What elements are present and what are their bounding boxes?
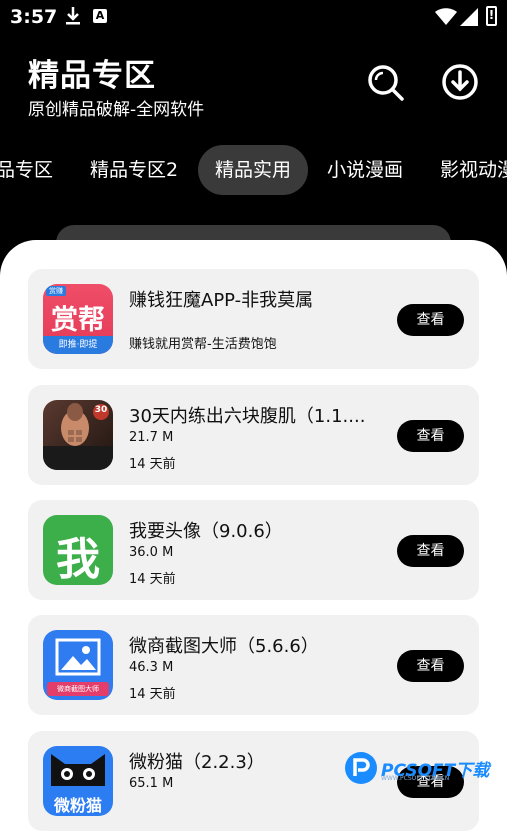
app-name: 微粉猫（2.2.3） (129, 752, 265, 773)
tab-4[interactable]: 影视动漫 (440, 145, 507, 195)
screenshot-master-icon: 微商截图大师 (43, 630, 113, 700)
status-bar: 3:57 A ! (0, 0, 507, 34)
download-status-icon (66, 7, 80, 25)
a-notification-icon: A (93, 9, 107, 23)
app-date: 14 天前 (129, 572, 176, 587)
tab-1[interactable]: 精品专区2 (90, 145, 178, 195)
list-item[interactable]: 我 我要头像（9.0.6） 36.0 M 14 天前 查看 (28, 500, 479, 600)
app-size: 46.3 M (129, 660, 174, 675)
app-description: 赚钱就用赏帮-生活费饱饱 (129, 337, 277, 352)
pcsoft-watermark: PCSOFT下载 WWW.PCSOFT.COM.CN (343, 748, 503, 788)
view-button[interactable]: 查看 (397, 650, 464, 682)
tab-active[interactable]: 精品实用 (198, 145, 308, 195)
list-item[interactable]: 微商截图大师 微商截图大师（5.6.6） 46.3 M 14 天前 查看 (28, 615, 479, 715)
app-date: 14 天前 (129, 687, 176, 702)
app-name: 赚钱狂魔APP-非我莫属 (129, 290, 314, 311)
app-size: 36.0 M (129, 545, 174, 560)
list-item[interactable]: 30 30天内练出六块腹肌（1.1.... 21.7 M 14 天前 查看 (28, 385, 479, 485)
app-size: 21.7 M (129, 430, 174, 445)
tab-0[interactable]: 品专区 (0, 145, 53, 195)
search-icon (368, 65, 404, 101)
wifi-icon (435, 8, 457, 25)
battery-icon: ! (486, 6, 497, 26)
signal-icon (460, 8, 478, 26)
app-name: 我要头像（9.0.6） (129, 521, 283, 542)
list-item[interactable]: 赏赚 赏帮 即推·即提 赚钱狂魔APP-非我莫属 赚钱就用赏帮-生活费饱饱 查看 (28, 269, 479, 369)
view-button[interactable]: 查看 (397, 420, 464, 452)
status-time: 3:57 (10, 6, 58, 28)
category-tabs: 品专区 精品专区2 精品实用 小说漫画 影视动漫 (0, 145, 507, 195)
download-button[interactable] (438, 60, 482, 104)
watermark-subtext: WWW.PCSOFT.COM.CN (381, 775, 450, 782)
abs-workout-icon: 30 (43, 400, 113, 470)
app-size: 65.1 M (129, 776, 174, 791)
shangbang-icon: 赏赚 赏帮 即推·即提 (43, 284, 113, 354)
avatar-app-icon: 我 (43, 515, 113, 585)
weifenmao-icon: 微粉猫 (43, 746, 113, 816)
pcsoft-logo-icon (345, 752, 377, 784)
search-button[interactable] (363, 60, 407, 104)
tab-3[interactable]: 小说漫画 (327, 145, 403, 195)
app-name: 微商截图大师（5.6.6） (129, 636, 319, 657)
download-icon (442, 64, 478, 100)
page-title: 精品专区 (28, 58, 156, 94)
app-date: 14 天前 (129, 457, 176, 472)
view-button[interactable]: 查看 (397, 304, 464, 336)
page-subtitle: 原创精品破解-全网软件 (28, 100, 205, 120)
view-button[interactable]: 查看 (397, 535, 464, 567)
app-name: 30天内练出六块腹肌（1.1.... (129, 406, 366, 427)
